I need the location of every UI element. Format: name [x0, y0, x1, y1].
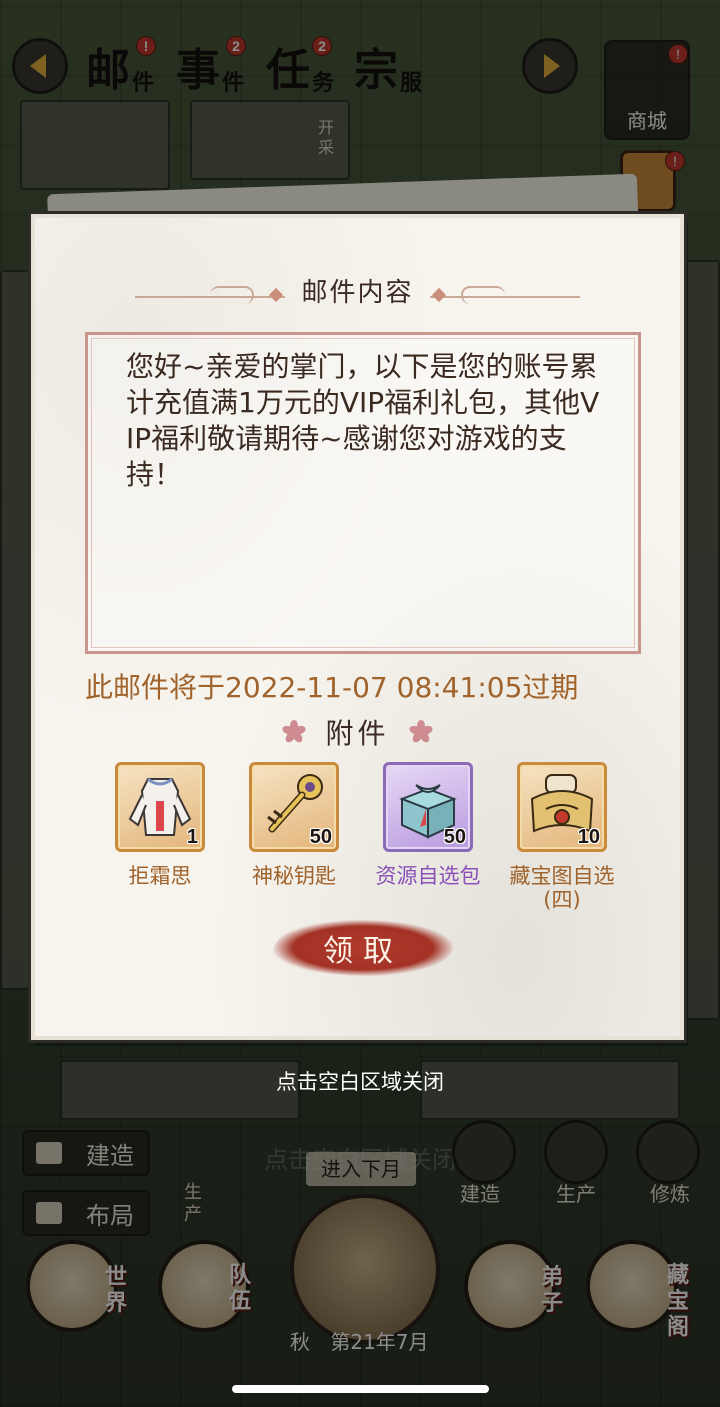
item-slot[interactable]: 50: [249, 762, 339, 852]
attachment-item[interactable]: 1 拒霜思: [93, 762, 227, 912]
item-slot[interactable]: 50: [383, 762, 473, 852]
claim-button[interactable]: 领取: [273, 920, 453, 976]
attachment-list: 1 拒霜思 50 神秘钥匙 50 资源自选包 10 藏宝图自选(四): [115, 762, 615, 912]
flower-left-icon: [281, 719, 308, 745]
dialog-header: 邮件内容: [35, 268, 680, 312]
attachment-item[interactable]: 50 资源自选包: [361, 762, 495, 912]
item-name: 资源自选包: [375, 864, 481, 888]
item-slot[interactable]: 1: [115, 762, 205, 852]
item-count: 50: [309, 826, 332, 848]
item-slot[interactable]: 10: [517, 762, 607, 852]
attachment-item[interactable]: 10 藏宝图自选(四): [495, 762, 629, 912]
item-count: 1: [186, 826, 198, 848]
mail-content-dialog: 邮件内容 您好~亲爱的掌门，以下是您的账号累计充值满1万元的VIP福利礼包，其他…: [31, 214, 684, 1040]
item-count: 10: [577, 826, 600, 848]
item-name: 神秘钥匙: [252, 864, 336, 888]
item-name: 拒霜思: [128, 864, 192, 888]
home-indicator[interactable]: [232, 1385, 489, 1393]
close-hint: 点击空白区域关闭: [276, 1070, 444, 1094]
item-name: 藏宝图自选(四): [509, 864, 615, 912]
claim-label: 领取: [323, 934, 403, 969]
attachment-item[interactable]: 50 神秘钥匙: [227, 762, 361, 912]
diamond-right-icon: [431, 287, 447, 303]
expire-notice: 此邮件将于2022-11-07 08:41:05过期: [85, 671, 579, 704]
flower-right-icon: [407, 719, 434, 745]
cloud-ornament-right-icon: [461, 286, 505, 304]
attachments-title: 附件: [325, 717, 390, 750]
item-count: 50: [443, 826, 466, 848]
message-text: 您好~亲爱的掌门，以下是您的账号累计充值满1万元的VIP福利礼包，其他VIP福利…: [126, 350, 600, 491]
diamond-left-icon: [268, 287, 284, 303]
message-box: 您好~亲爱的掌门，以下是您的账号累计充值满1万元的VIP福利礼包，其他VIP福利…: [85, 332, 641, 654]
attachments-header: 附件: [35, 712, 680, 752]
title-divider-right: [430, 296, 580, 298]
cloud-ornament-left-icon: [210, 286, 254, 304]
dialog-title: 邮件内容: [301, 277, 414, 308]
